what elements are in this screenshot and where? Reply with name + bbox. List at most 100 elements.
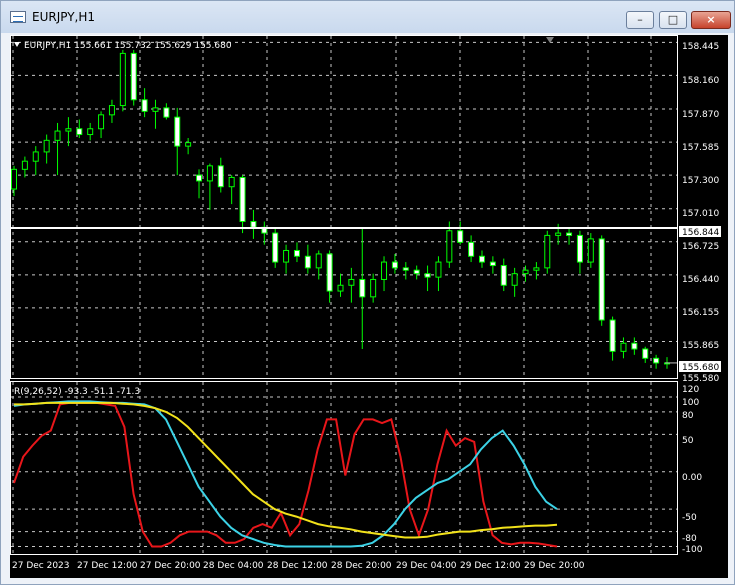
main-panel-border: [10, 35, 678, 379]
time-label: 27 Dec 20:00: [140, 561, 201, 571]
price-label: 157.585: [682, 143, 719, 153]
candle-body: [304, 255, 311, 269]
indicator-info: R(9,26,52) -93.3 -51.1 -71.3: [14, 387, 140, 397]
chart-area[interactable]: EURJPY,H1 155.661 155.732 155.629 155.68…: [10, 35, 728, 578]
indicator-series-line: [13, 401, 558, 548]
candle-body: [489, 261, 496, 267]
candle-body: [359, 278, 366, 298]
candle-body: [576, 234, 583, 263]
price-label: 158.160: [682, 76, 719, 86]
candle-body: [250, 220, 257, 228]
candle-body: [206, 165, 213, 182]
current-price-label: 155.680: [682, 363, 719, 373]
indicator-scale-label: 50: [682, 436, 694, 446]
candle-body: [11, 168, 17, 190]
indicator-series-line: [14, 401, 558, 539]
candle-body: [435, 261, 442, 278]
candles: [11, 49, 670, 369]
candle-body: [642, 348, 649, 359]
candle-body: [587, 238, 594, 263]
title-bar[interactable]: EURJPY,H1 – □ ×: [1, 1, 734, 33]
candle-body: [337, 284, 344, 292]
indicator-scale-label: -80: [682, 534, 697, 544]
candle-body: [598, 238, 605, 321]
candle-body: [566, 232, 573, 236]
candle-body: [381, 261, 388, 280]
candle-body: [32, 151, 39, 162]
indicator-scale-label: 0.00: [682, 473, 702, 483]
candle-body: [43, 139, 50, 153]
candle-body: [478, 255, 485, 263]
price-label: 157.010: [682, 209, 719, 219]
time-label: 29 Dec 04:00: [396, 561, 457, 571]
close-button[interactable]: ×: [691, 11, 731, 29]
window-title: EURJPY,H1: [32, 10, 96, 24]
candle-body: [239, 176, 246, 222]
chart-svg[interactable]: EURJPY,H1 155.661 155.732 155.629 155.68…: [10, 35, 728, 578]
indicator-scale-label: 100: [682, 398, 699, 408]
candle-body: [348, 278, 355, 286]
indicator-scale[interactable]: 120 100 80 50 0.00 -50 -80 -100: [682, 385, 703, 555]
minimize-icon: –: [637, 13, 643, 26]
time-label: 28 Dec 04:00: [203, 561, 264, 571]
candle-body: [413, 269, 420, 275]
indicator-scale-label: 120: [682, 385, 699, 395]
indicator-scale-label: -50: [682, 513, 697, 523]
price-label: 156.155: [682, 308, 719, 318]
chart-window: EURJPY,H1 – □ × EURJPY,H1 155.661 155.73…: [0, 0, 735, 585]
candle-body: [196, 174, 203, 182]
candle-body: [631, 342, 638, 350]
candle-body: [119, 52, 126, 107]
candle-body: [370, 278, 377, 298]
main-chart-info: EURJPY,H1 155.661 155.732 155.629 155.68…: [24, 41, 232, 51]
indicator-scale-label: -100: [682, 545, 703, 555]
price-label: 157.870: [682, 110, 719, 120]
candle-body: [511, 273, 518, 286]
maximize-icon: □: [667, 13, 679, 26]
time-label: 27 Dec 12:00: [77, 561, 138, 571]
main-grid: [11, 36, 677, 378]
price-label: 155.865: [682, 341, 719, 351]
candle-body: [544, 234, 551, 269]
symbol-dropdown-icon[interactable]: [14, 42, 20, 47]
candle-body: [653, 357, 660, 364]
time-scale[interactable]: 27 Dec 2023 27 Dec 12:00 27 Dec 20:00 28…: [12, 561, 585, 571]
candle-body: [87, 128, 94, 136]
candle-body: [391, 261, 398, 269]
price-scale[interactable]: 158.445 158.160 157.870 157.585 157.300 …: [682, 42, 719, 384]
time-label: 28 Dec 20:00: [331, 561, 392, 571]
candle-body: [152, 107, 159, 112]
candle-body: [326, 253, 333, 292]
candle-body: [609, 319, 616, 352]
indicator-lines: [13, 400, 558, 548]
candle-body: [533, 267, 540, 271]
candle-body: [315, 253, 322, 269]
candle-body: [130, 52, 137, 101]
price-label: 158.445: [682, 42, 719, 52]
candle-body: [217, 165, 224, 188]
indicator-scale-label: 80: [682, 411, 694, 421]
candle-body: [555, 232, 562, 236]
candle-body: [468, 241, 475, 257]
candle-body: [283, 249, 290, 263]
candle-body: [500, 265, 507, 286]
price-label: 157.300: [682, 176, 719, 186]
candle-body: [163, 107, 170, 118]
candle-body: [174, 116, 181, 147]
candle-body: [54, 130, 61, 141]
time-label: 29 Dec 20:00: [524, 561, 585, 571]
chart-window-icon: [10, 11, 26, 23]
candle-body: [522, 269, 529, 275]
minimize-button[interactable]: –: [626, 11, 654, 29]
maximize-button[interactable]: □: [659, 11, 687, 29]
time-label: 27 Dec 2023: [12, 561, 70, 571]
price-label: 156.440: [682, 275, 719, 285]
candle-body: [76, 128, 83, 136]
hline-price-label: 156.844: [682, 228, 719, 238]
candle-body: [457, 230, 464, 243]
price-label: 156.725: [682, 242, 719, 252]
close-icon: ×: [706, 13, 716, 26]
candle-body: [185, 142, 192, 147]
candle-body: [21, 160, 28, 170]
candle-body: [402, 267, 409, 271]
